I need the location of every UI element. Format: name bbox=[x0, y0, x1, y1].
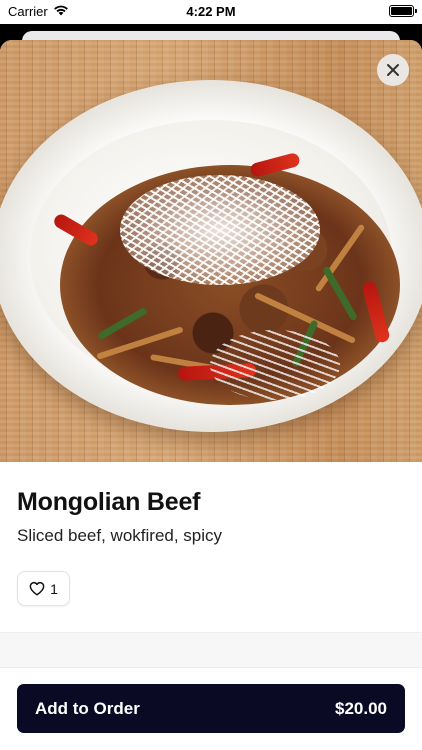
like-count: 1 bbox=[50, 580, 58, 597]
status-bar: Carrier 4:22 PM bbox=[0, 0, 422, 24]
crispy-noodles bbox=[120, 175, 320, 285]
add-to-order-label: Add to Order bbox=[35, 698, 140, 718]
order-price: $20.00 bbox=[335, 698, 387, 718]
section-divider bbox=[0, 632, 422, 668]
item-photo bbox=[0, 40, 422, 462]
item-description: Sliced beef, wokfired, spicy bbox=[17, 526, 223, 545]
battery-icon bbox=[389, 5, 417, 17]
crispy-noodles bbox=[210, 330, 340, 400]
close-icon bbox=[387, 64, 399, 76]
close-button[interactable] bbox=[377, 54, 409, 86]
like-button[interactable]: 1 bbox=[17, 571, 70, 606]
add-to-order-button[interactable]: Add to Order $20.00 bbox=[17, 684, 405, 733]
item-detail-modal: Mongolian Beef Sliced beef, wokfired, sp… bbox=[0, 40, 422, 750]
status-time: 4:22 PM bbox=[186, 4, 236, 19]
heart-icon bbox=[29, 581, 45, 596]
item-title: Mongolian Beef bbox=[17, 488, 201, 516]
